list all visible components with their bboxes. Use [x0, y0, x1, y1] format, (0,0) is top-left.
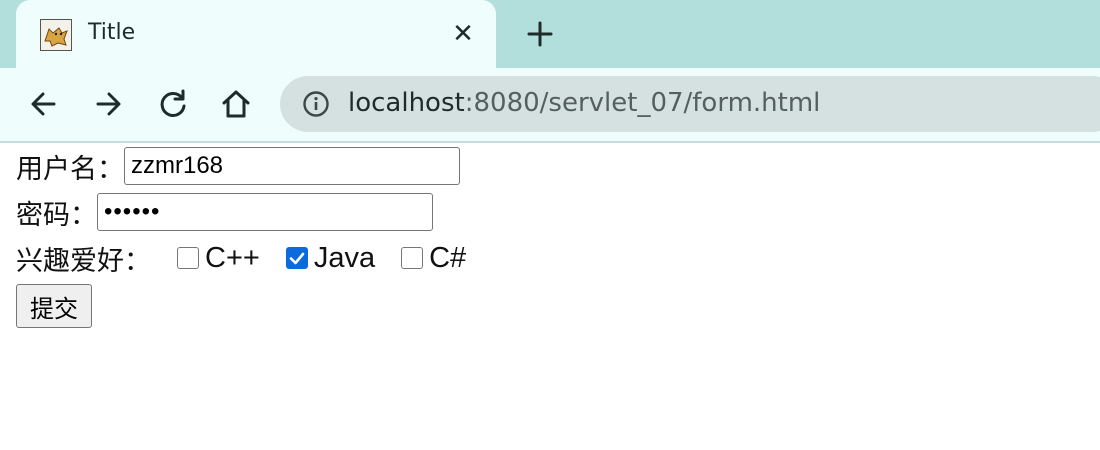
submit-row: 提交	[16, 281, 466, 331]
arrow-right-icon[interactable]	[90, 86, 126, 122]
tab-strip: Title ✕	[0, 0, 1100, 68]
checkbox-cpp[interactable]	[177, 247, 199, 269]
password-input[interactable]	[97, 193, 433, 231]
url-text[interactable]: localhost:8080/servlet_07/form.html	[348, 88, 820, 118]
browser-tab[interactable]: Title ✕	[16, 0, 496, 68]
password-row: 密码：	[16, 189, 466, 235]
home-icon[interactable]	[218, 86, 254, 122]
address-bar[interactable]: localhost:8080/servlet_07/form.html	[280, 76, 1100, 132]
username-input[interactable]	[124, 147, 460, 185]
tomcat-icon	[40, 19, 72, 51]
url-path: :8080/servlet_07/form.html	[464, 88, 821, 118]
checkbox-csharp-label: C#	[429, 241, 467, 274]
submit-button[interactable]: 提交	[16, 284, 92, 328]
checkbox-cpp-label: C++	[205, 241, 260, 274]
checkbox-java-label: Java	[313, 241, 376, 274]
tab-title: Title	[88, 20, 136, 45]
hobbies-label: 兴趣爱好：	[16, 245, 151, 277]
form-page: 用户名： 密码： 兴趣爱好： C++ Java C# 提交	[16, 143, 466, 331]
checkbox-csharp[interactable]	[401, 247, 424, 269]
arrow-left-icon[interactable]	[26, 86, 62, 122]
url-host: localhost	[348, 88, 465, 118]
info-icon[interactable]	[302, 90, 330, 118]
password-label: 密码：	[16, 199, 97, 231]
plus-icon[interactable]	[522, 16, 558, 52]
username-label: 用户名：	[16, 153, 124, 185]
username-row: 用户名：	[16, 143, 466, 189]
checkbox-java[interactable]	[285, 247, 308, 269]
reload-icon[interactable]	[155, 86, 191, 122]
hobbies-row: 兴趣爱好： C++ Java C#	[16, 235, 466, 281]
browser-toolbar: localhost:8080/servlet_07/form.html	[0, 68, 1100, 143]
close-icon[interactable]: ✕	[448, 17, 478, 51]
